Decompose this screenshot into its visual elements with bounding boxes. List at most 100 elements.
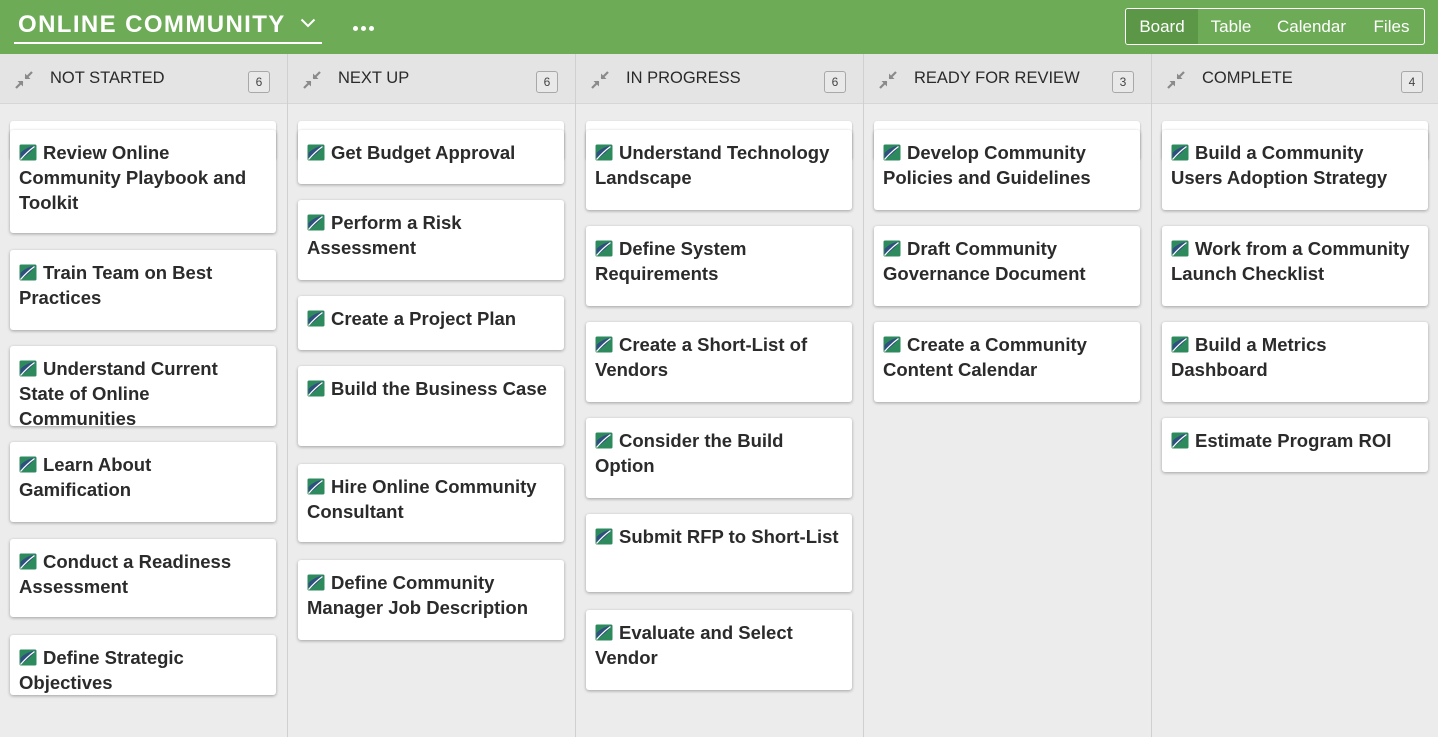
task-title-text: Consider the Build Option: [595, 430, 784, 476]
task-title: Define System Requirements: [595, 236, 843, 286]
task-card[interactable]: Understand Technology Landscape: [586, 130, 852, 210]
tab-table[interactable]: Table: [1198, 9, 1264, 44]
task-title-text: Review Online Community Playbook and Too…: [19, 142, 247, 213]
column-header: NEXT UP 6: [288, 54, 575, 104]
task-card[interactable]: Create a Project Plan: [298, 296, 564, 350]
task-title-text: Understand Technology Landscape: [595, 142, 830, 188]
task-card[interactable]: Define Strategic Objectives: [10, 635, 276, 695]
task-card[interactable]: Create a Community Content Calendar: [874, 322, 1140, 402]
task-card[interactable]: Work from a Community Launch Checklist: [1162, 226, 1428, 306]
tab-calendar[interactable]: Calendar: [1264, 9, 1359, 44]
task-icon: [1171, 432, 1189, 449]
column-title: READY FOR REVIEW: [914, 69, 1080, 87]
column-header: COMPLETE 4: [1152, 54, 1438, 104]
column-body: + Add New TaskDevelop Community Policies…: [864, 104, 1151, 737]
task-card[interactable]: Create a Short-List of Vendors: [586, 322, 852, 402]
task-card[interactable]: Review Online Community Playbook and Too…: [10, 130, 276, 233]
tab-board[interactable]: Board: [1126, 9, 1198, 44]
column-header: READY FOR REVIEW 3: [864, 54, 1151, 104]
task-count-badge: 6: [536, 71, 558, 93]
project-title-dropdown[interactable]: ONLINE COMMUNITY: [14, 8, 322, 44]
task-icon: [1171, 240, 1189, 257]
task-card[interactable]: Hire Online Community Consultant: [298, 464, 564, 542]
task-icon: [307, 380, 325, 397]
task-icon: [595, 144, 613, 161]
task-card[interactable]: Perform a Risk Assessment: [298, 200, 564, 280]
more-dot-icon: [368, 25, 374, 31]
task-card[interactable]: Learn About Gamification: [10, 442, 276, 522]
task-icon: [883, 240, 901, 257]
task-icon: [883, 144, 901, 161]
task-title: Understand Technology Landscape: [595, 140, 843, 190]
task-card[interactable]: Define System Requirements: [586, 226, 852, 306]
collapse-column-icon[interactable]: [878, 70, 898, 90]
column-header: IN PROGRESS 6: [576, 54, 863, 104]
task-count-badge: 6: [824, 71, 846, 93]
task-title-text: Build a Community Users Adoption Strateg…: [1171, 142, 1388, 188]
task-title: Get Budget Approval: [307, 140, 555, 165]
task-title: Work from a Community Launch Checklist: [1171, 236, 1419, 286]
task-card[interactable]: Get Budget Approval: [298, 130, 564, 184]
task-title-text: Evaluate and Select Vendor: [595, 622, 793, 668]
task-icon: [307, 144, 325, 161]
collapse-column-icon[interactable]: [590, 70, 610, 90]
task-icon: [1171, 144, 1189, 161]
task-card[interactable]: Develop Community Policies and Guideline…: [874, 130, 1140, 210]
task-card[interactable]: Draft Community Governance Document: [874, 226, 1140, 306]
task-card[interactable]: Understand Current State of Online Commu…: [10, 346, 276, 429]
task-title: Define Community Manager Job Description: [307, 570, 555, 620]
task-title-text: Define System Requirements: [595, 238, 747, 284]
task-icon: [19, 360, 37, 377]
task-title-text: Estimate Program ROI: [1195, 430, 1392, 451]
task-icon: [19, 264, 37, 281]
column-header: NOT STARTED 6: [0, 54, 287, 104]
task-title: Submit RFP to Short-List: [595, 524, 843, 549]
task-card[interactable]: Train Team on Best Practices: [10, 250, 276, 330]
task-card[interactable]: Estimate Program ROI: [1162, 418, 1428, 472]
task-card[interactable]: Build the Business Case: [298, 366, 564, 446]
more-options-button[interactable]: [348, 18, 378, 38]
collapse-column-icon[interactable]: [302, 70, 322, 90]
task-title-text: Define Community Manager Job Description: [307, 572, 529, 618]
task-title: Learn About Gamification: [19, 452, 267, 502]
task-icon: [595, 336, 613, 353]
task-title: Build a Community Users Adoption Strateg…: [1171, 140, 1419, 190]
task-title: Draft Community Governance Document: [883, 236, 1131, 286]
task-title-text: Hire Online Community Consultant: [307, 476, 537, 522]
task-title: Develop Community Policies and Guideline…: [883, 140, 1131, 190]
task-title-text: Create a Community Content Calendar: [883, 334, 1087, 380]
task-title-text: Learn About Gamification: [19, 454, 152, 500]
task-title-text: Understand Current State of Online Commu…: [19, 358, 218, 429]
column-body: + Add New TaskGet Budget ApprovalPerform…: [288, 104, 575, 737]
task-card[interactable]: Define Community Manager Job Description: [298, 560, 564, 640]
task-card[interactable]: Submit RFP to Short-List: [586, 514, 852, 592]
task-count-badge: 6: [248, 71, 270, 93]
task-title-text: Train Team on Best Practices: [19, 262, 213, 308]
task-title-text: Create a Short-List of Vendors: [595, 334, 808, 380]
task-title-text: Develop Community Policies and Guideline…: [883, 142, 1091, 188]
tab-files[interactable]: Files: [1359, 9, 1424, 44]
task-title: Build the Business Case: [307, 376, 555, 401]
task-title: Perform a Risk Assessment: [307, 210, 555, 260]
column-body: + Add New TaskUnderstand Technology Land…: [576, 104, 863, 737]
task-title-text: Submit RFP to Short-List: [619, 526, 839, 547]
task-title: Evaluate and Select Vendor: [595, 620, 843, 670]
task-title-text: Conduct a Readiness Assessment: [19, 551, 232, 597]
task-card[interactable]: Consider the Build Option: [586, 418, 852, 498]
task-title-text: Build the Business Case: [331, 378, 547, 399]
task-card[interactable]: Conduct a Readiness Assessment: [10, 539, 276, 617]
task-card[interactable]: Build a Community Users Adoption Strateg…: [1162, 130, 1428, 210]
column-body: + Add New TaskReview Online Community Pl…: [0, 104, 287, 737]
task-card[interactable]: Evaluate and Select Vendor: [586, 610, 852, 690]
column-title: IN PROGRESS: [626, 69, 741, 87]
task-title: Create a Short-List of Vendors: [595, 332, 843, 382]
top-bar: ONLINE COMMUNITY Board Table Calendar Fi…: [0, 0, 1438, 54]
collapse-column-icon[interactable]: [1166, 70, 1186, 90]
task-icon: [883, 336, 901, 353]
task-card[interactable]: Build a Metrics Dashboard: [1162, 322, 1428, 402]
task-title-text: Draft Community Governance Document: [883, 238, 1086, 284]
collapse-column-icon[interactable]: [14, 70, 34, 90]
column-not-started: NOT STARTED 6 + Add New TaskReview Online …: [0, 54, 288, 737]
task-title-text: Get Budget Approval: [331, 142, 516, 163]
task-icon: [307, 310, 325, 327]
